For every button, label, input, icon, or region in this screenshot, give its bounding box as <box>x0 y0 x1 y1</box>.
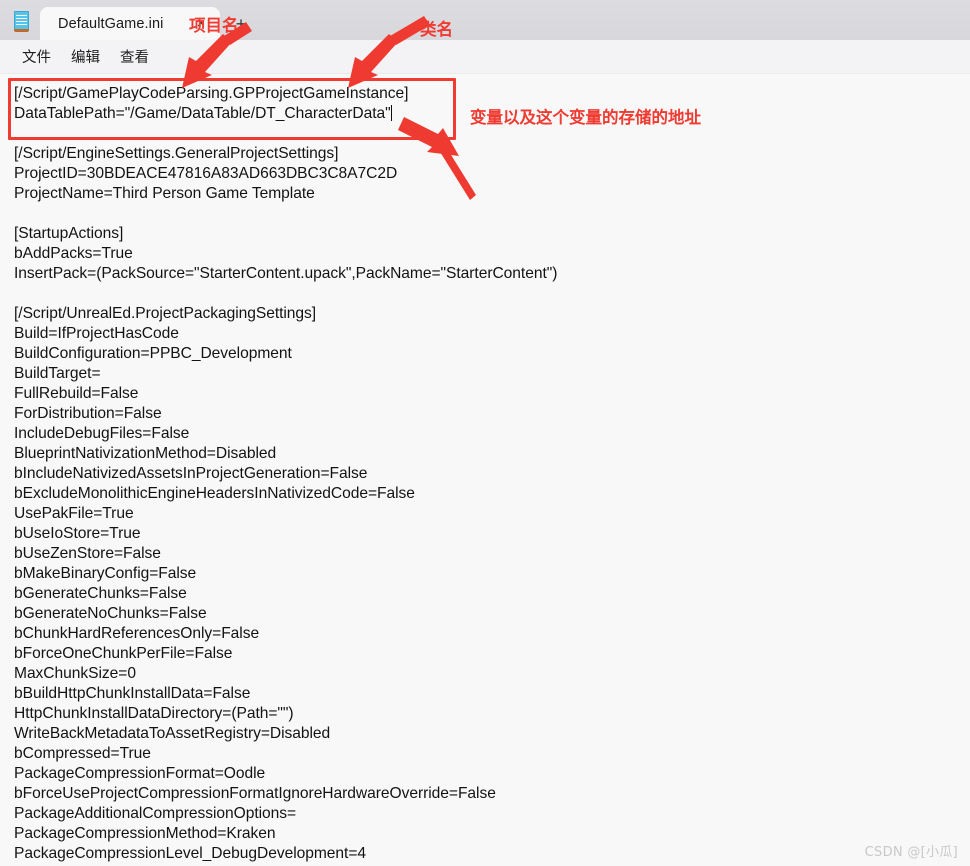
editor-line: DataTablePath="/Game/DataTable/DT_Charac… <box>14 105 392 122</box>
editor-line: bExcludeMonolithicEngineHeadersInNativiz… <box>14 485 415 502</box>
editor-line: bAddPacks=True <box>14 245 133 262</box>
editor-line: bGenerateChunks=False <box>14 585 187 602</box>
editor-line: bForceUseProjectCompressionFormatIgnoreH… <box>14 785 496 802</box>
editor-line: bUseZenStore=False <box>14 545 161 562</box>
document-text[interactable]: [/Script/GamePlayCodeParsing.GPProjectGa… <box>14 84 970 864</box>
notepad-window: DefaultGame.ini × + 文件 编辑 查看 [/Script/Ga… <box>0 0 970 866</box>
menu-bar: 文件 编辑 查看 <box>0 40 970 74</box>
editor-line: WriteBackMetadataToAssetRegistry=Disable… <box>14 725 331 742</box>
notepad-icon <box>6 0 36 40</box>
editor-line: PackageCompressionMethod=Kraken <box>14 825 276 842</box>
editor-line: IncludeDebugFiles=False <box>14 425 190 442</box>
editor-line: [/Script/UnrealEd.ProjectPackagingSettin… <box>14 305 317 322</box>
editor-line: PackageCompressionLevel_DebugDevelopment… <box>14 845 367 862</box>
editor-line: [/Script/EngineSettings.GeneralProjectSe… <box>14 145 339 162</box>
editor-line: ProjectName=Third Person Game Template <box>14 185 315 202</box>
menu-item-file[interactable]: 文件 <box>12 42 61 71</box>
editor-line: BuildConfiguration=PPBC_Development <box>14 345 292 362</box>
editor-line: PackageAdditionalCompressionOptions= <box>14 805 297 822</box>
tab-title: DefaultGame.ini <box>58 15 164 32</box>
new-tab-icon[interactable]: + <box>222 7 260 40</box>
editor-line: HttpChunkInstallDataDirectory=(Path="") <box>14 705 294 722</box>
text-caret <box>390 105 392 121</box>
editor-line: ProjectID=30BDEACE47816A83AD663DBC3C8A7C… <box>14 165 398 182</box>
editor-line: [StartupActions] <box>14 225 124 242</box>
editor-line: UsePakFile=True <box>14 505 134 522</box>
editor-line: PackageCompressionFormat=Oodle <box>14 765 266 782</box>
tab-strip: DefaultGame.ini × + <box>0 0 970 40</box>
editor-line: FullRebuild=False <box>14 385 139 402</box>
editor-line: bCompressed=True <box>14 745 151 762</box>
editor-line: bUseIoStore=True <box>14 525 141 542</box>
editor-line: bGenerateNoChunks=False <box>14 605 207 622</box>
editor-line: Build=IfProjectHasCode <box>14 325 179 342</box>
editor-line: bForceOneChunkPerFile=False <box>14 645 233 662</box>
editor-line: ForDistribution=False <box>14 405 162 422</box>
menu-item-view[interactable]: 查看 <box>110 42 159 71</box>
text-editor-area[interactable]: [/Script/GamePlayCodeParsing.GPProjectGa… <box>0 74 970 866</box>
editor-line: bMakeBinaryConfig=False <box>14 565 197 582</box>
editor-line: bBuildHttpChunkInstallData=False <box>14 685 251 702</box>
editor-line: bIncludeNativizedAssetsInProjectGenerati… <box>14 465 368 482</box>
menu-item-edit[interactable]: 编辑 <box>61 42 110 71</box>
editor-line: [/Script/GamePlayCodeParsing.GPProjectGa… <box>14 85 409 102</box>
close-icon[interactable]: × <box>188 12 214 36</box>
tab-defaultgame-ini[interactable]: DefaultGame.ini × <box>40 7 220 40</box>
editor-line: BlueprintNativizationMethod=Disabled <box>14 445 277 462</box>
editor-line: BuildTarget= <box>14 365 101 382</box>
editor-line: InsertPack=(PackSource="StarterContent.u… <box>14 265 558 282</box>
editor-line: MaxChunkSize=0 <box>14 665 136 682</box>
editor-line: bChunkHardReferencesOnly=False <box>14 625 260 642</box>
